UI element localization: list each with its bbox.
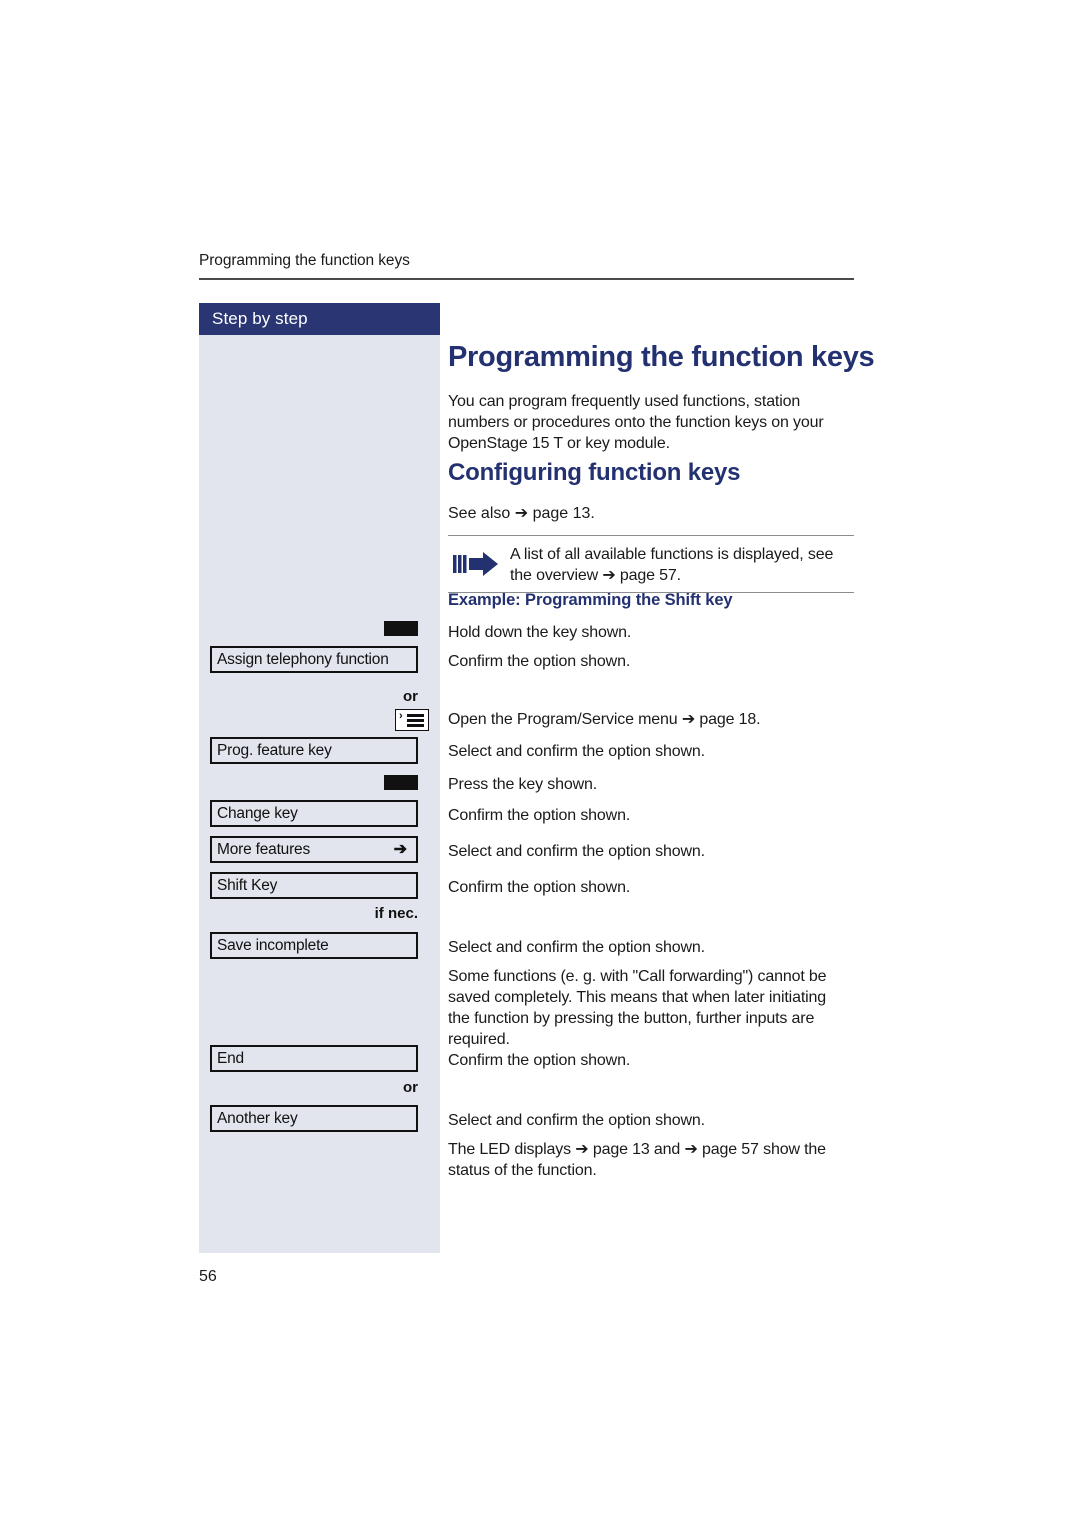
example-heading: Example: Programming the Shift key xyxy=(448,591,733,609)
header-divider xyxy=(199,278,854,280)
note-divider-top xyxy=(448,535,854,536)
page-body: Step by step Assign telephony function o… xyxy=(199,303,875,1253)
step-by-step-sidebar: Step by step Assign telephony function o… xyxy=(199,303,440,1253)
page-number: 56 xyxy=(199,1268,217,1285)
option-label: Shift Key xyxy=(217,877,278,894)
option-label: Another key xyxy=(217,1110,298,1127)
if-necessary-label: if nec. xyxy=(374,905,418,922)
step-text: Select and confirm the option shown. xyxy=(448,1112,705,1129)
running-header: Programming the function keys xyxy=(199,252,410,269)
option-save-incomplete[interactable]: Save incomplete xyxy=(210,932,418,959)
menu-line-icon xyxy=(407,714,424,717)
option-shift-key[interactable]: Shift Key xyxy=(210,872,418,899)
program-service-menu-icon[interactable]: › xyxy=(395,709,429,731)
sidebar-header-label: Step by step xyxy=(212,309,308,328)
step-text: Confirm the option shown. xyxy=(448,807,631,824)
option-assign-telephony-function[interactable]: Assign telephony function xyxy=(210,646,418,673)
step-text: The LED displays ➔ page 13 and ➔ page 57… xyxy=(448,1141,826,1179)
or-separator-2: or xyxy=(403,1079,418,1096)
telephony-key-icon xyxy=(384,775,418,790)
menu-line-icon xyxy=(407,724,424,727)
option-label: End xyxy=(217,1050,244,1067)
option-label: Prog. feature key xyxy=(217,742,332,759)
note-text: A list of all available functions is dis… xyxy=(510,546,834,584)
step-text: Confirm the option shown. xyxy=(448,653,631,670)
note-paragraph: Some functions (e. g. with "Call forward… xyxy=(448,968,827,1048)
option-label: More features xyxy=(217,841,311,858)
menu-caret-glyph: › xyxy=(399,710,403,722)
option-another-key[interactable]: Another key xyxy=(210,1105,418,1132)
document-page: Programming the function keys Step by st… xyxy=(0,0,1080,1528)
note-arrow-icon xyxy=(453,551,501,577)
see-also-reference[interactable]: See also ➔ page 13. xyxy=(448,503,595,524)
step-text: Hold down the key shown. xyxy=(448,624,632,641)
step-text: Open the Program/Service menu ➔ page 18. xyxy=(448,711,761,728)
step-text: Confirm the option shown. xyxy=(448,879,631,896)
option-more-features[interactable]: More features ➔ xyxy=(210,836,418,863)
option-label: Change key xyxy=(217,805,298,822)
telephony-key-icon xyxy=(384,621,418,636)
arrow-right-icon: ➔ xyxy=(393,841,407,858)
main-content: Programming the function keys You can pr… xyxy=(448,303,875,1253)
note-callout: A list of all available functions is dis… xyxy=(448,535,854,593)
page-title: Programming the function keys xyxy=(448,341,875,373)
step-text: Select and confirm the option shown. xyxy=(448,843,705,860)
option-label: Assign telephony function xyxy=(217,651,389,668)
step-text: Select and confirm the option shown. xyxy=(448,939,705,956)
step-text: Press the key shown. xyxy=(448,776,598,793)
option-label: Save incomplete xyxy=(217,937,329,954)
section-heading: Configuring function keys xyxy=(448,459,741,486)
sidebar-header-bar: Step by step xyxy=(199,303,440,335)
menu-line-icon xyxy=(407,719,424,722)
or-separator-1: or xyxy=(403,688,418,705)
step-text: Confirm the option shown. xyxy=(448,1052,631,1069)
option-change-key[interactable]: Change key xyxy=(210,800,418,827)
step-text: Select and confirm the option shown. xyxy=(448,743,705,760)
option-end[interactable]: End xyxy=(210,1045,418,1072)
option-prog-feature-key[interactable]: Prog. feature key xyxy=(210,737,418,764)
intro-paragraph: You can program frequently used function… xyxy=(448,393,824,452)
